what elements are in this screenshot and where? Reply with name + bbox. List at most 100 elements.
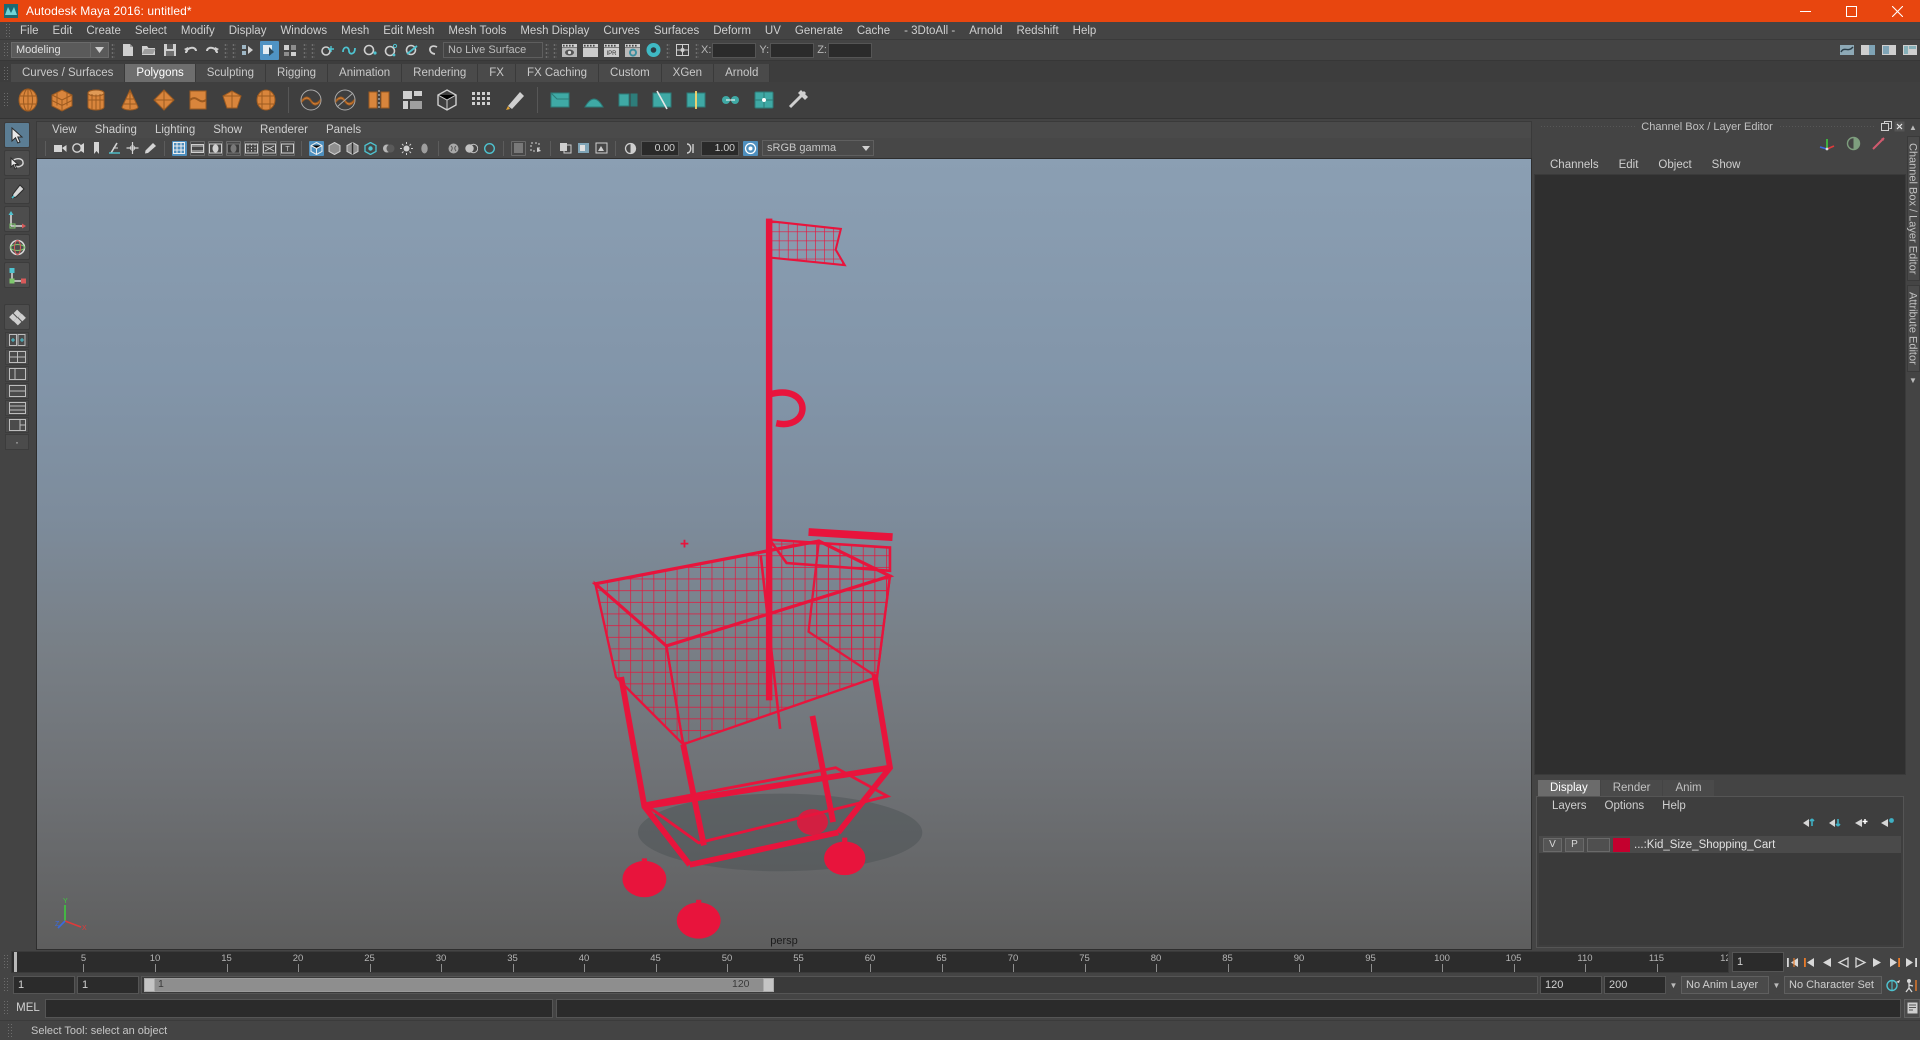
four-view-layout-button[interactable]	[5, 349, 29, 365]
quick-layout-more-button[interactable]: ·	[5, 434, 29, 450]
anim-layer-select[interactable]: No Anim Layer	[1681, 976, 1769, 994]
shelf-drag-handle[interactable]	[3, 66, 8, 82]
gamma-value-field[interactable]: 1.00	[701, 140, 739, 156]
safe-action-icon[interactable]	[261, 140, 277, 156]
range-fill[interactable]	[144, 978, 774, 992]
shelf-icons-drag-handle[interactable]	[3, 92, 8, 108]
close-button[interactable]	[1874, 0, 1920, 22]
chevron-down-icon[interactable]	[859, 141, 873, 155]
menu-generate[interactable]: Generate	[788, 22, 850, 40]
polygon-plane-icon[interactable]	[183, 85, 213, 115]
maximize-button[interactable]	[1828, 0, 1874, 22]
play-backwards-icon[interactable]	[1835, 953, 1852, 971]
shelf-tab-xgen[interactable]: XGen	[661, 64, 715, 82]
show-hide-tool-settings-icon[interactable]	[1900, 41, 1919, 60]
snap-to-grid-icon[interactable]	[318, 41, 337, 60]
status-bar-drag-handle[interactable]	[7, 1022, 12, 1039]
channelbox-menu-show[interactable]: Show	[1702, 156, 1751, 174]
chevron-down-icon[interactable]: ▼	[1771, 981, 1782, 990]
channel-box-icon[interactable]	[1819, 136, 1836, 154]
separate-icon[interactable]	[398, 85, 428, 115]
bevel-icon[interactable]	[545, 85, 575, 115]
snap-to-curve-icon[interactable]	[339, 41, 358, 60]
render-settings-icon[interactable]	[623, 41, 642, 60]
render-view-icon[interactable]	[560, 41, 579, 60]
move-tool-button[interactable]	[4, 206, 30, 232]
time-slider-drag-handle[interactable]	[3, 954, 8, 970]
combine-icon[interactable]	[364, 85, 394, 115]
panel-menu-lighting[interactable]: Lighting	[146, 121, 204, 139]
display-layer-list[interactable]: V P ...:Kid_Size_Shopping_Cart	[1539, 836, 1901, 945]
tab-display[interactable]: Display	[1538, 780, 1600, 796]
polygon-disc-icon[interactable]	[217, 85, 247, 115]
rotate-tool-button[interactable]	[4, 234, 30, 260]
command-input-field[interactable]	[45, 998, 553, 1018]
range-end-handle[interactable]	[763, 978, 774, 992]
cleanup-icon[interactable]	[783, 85, 813, 115]
menu-set-select[interactable]: Modeling	[11, 42, 91, 58]
depth-of-field-icon[interactable]	[464, 141, 479, 156]
menu-display[interactable]: Display	[222, 22, 274, 40]
modeling-toolkit-icon[interactable]	[1871, 136, 1886, 154]
polygon-cube-icon[interactable]	[47, 85, 77, 115]
shelf-tab-fx[interactable]: FX	[478, 64, 516, 82]
append-polygon-icon[interactable]	[613, 85, 643, 115]
lasso-select-tool-button[interactable]	[4, 150, 30, 176]
panel-menu-panels[interactable]: Panels	[317, 121, 370, 139]
outliner-persp-layout-button[interactable]	[5, 366, 29, 382]
tab-render[interactable]: Render	[1600, 780, 1663, 796]
bridge-icon[interactable]	[579, 85, 609, 115]
tab-anim[interactable]: Anim	[1663, 780, 1714, 796]
menu-create[interactable]: Create	[79, 22, 128, 40]
step-back-frame-icon[interactable]	[1818, 953, 1835, 971]
channelbox-menu-edit[interactable]: Edit	[1609, 156, 1649, 174]
field-chart-icon[interactable]	[243, 140, 259, 156]
save-scene-icon[interactable]	[160, 41, 179, 60]
hypershade-persp-layout-button[interactable]	[5, 400, 29, 416]
new-scene-icon[interactable]	[118, 41, 137, 60]
close-icon[interactable]	[1893, 120, 1906, 133]
step-back-key-icon[interactable]	[1801, 953, 1818, 971]
exposure-value-field[interactable]: 0.00	[641, 140, 679, 156]
step-forward-key-icon[interactable]	[1886, 953, 1903, 971]
panel-menu-renderer[interactable]: Renderer	[251, 121, 317, 139]
menu-mesh[interactable]: Mesh	[334, 22, 376, 40]
boolean-union-icon[interactable]	[296, 85, 326, 115]
undo-icon[interactable]	[181, 41, 200, 60]
auto-keyframe-icon[interactable]	[1884, 976, 1901, 994]
scale-tool-button[interactable]	[4, 262, 30, 288]
minimize-button[interactable]	[1782, 0, 1828, 22]
scroll-up-icon[interactable]: ▲	[1909, 123, 1917, 132]
layer-menu-help[interactable]: Help	[1653, 797, 1695, 815]
use-all-lights-icon[interactable]	[363, 141, 378, 156]
current-time-indicator[interactable]	[14, 952, 17, 972]
render-current-frame-icon[interactable]	[581, 41, 600, 60]
ipr-render-icon[interactable]: IPR	[602, 41, 621, 60]
grease-pencil-icon[interactable]	[143, 141, 158, 156]
bookmark-icon[interactable]	[89, 141, 104, 156]
color-management-toggle-icon[interactable]	[742, 140, 758, 156]
playback-end-field[interactable]: 120	[1540, 976, 1602, 994]
channel-box-attribute-list[interactable]	[1534, 174, 1906, 775]
gamma-icon[interactable]	[683, 141, 698, 156]
table-row[interactable]: V P ...:Kid_Size_Shopping_Cart	[1539, 836, 1901, 853]
show-hide-anim-editors-icon[interactable]	[1837, 41, 1856, 60]
range-slider-drag-handle[interactable]	[3, 977, 8, 993]
camera-attributes-icon[interactable]	[71, 141, 86, 156]
chevron-down-icon[interactable]: ▼	[1668, 981, 1679, 990]
select-component-icon[interactable]	[281, 41, 300, 60]
grid-icon[interactable]	[171, 140, 187, 156]
shelf-tab-custom[interactable]: Custom	[599, 64, 662, 82]
safe-title-icon[interactable]: T	[279, 140, 295, 156]
channelbox-menu-channels[interactable]: Channels	[1540, 156, 1609, 174]
persp-layout-button[interactable]	[5, 417, 29, 433]
menu-surfaces[interactable]: Surfaces	[647, 22, 706, 40]
menu-cache[interactable]: Cache	[850, 22, 897, 40]
single-perspective-layout-button[interactable]	[5, 332, 29, 348]
go-to-start-icon[interactable]	[1784, 953, 1801, 971]
menu-help[interactable]: Help	[1066, 22, 1104, 40]
animation-preferences-icon[interactable]	[1903, 976, 1920, 994]
new-layer-icon[interactable]	[1854, 817, 1869, 831]
layer-visibility-toggle[interactable]: V	[1543, 837, 1562, 852]
panel-menu-show[interactable]: Show	[204, 121, 251, 139]
